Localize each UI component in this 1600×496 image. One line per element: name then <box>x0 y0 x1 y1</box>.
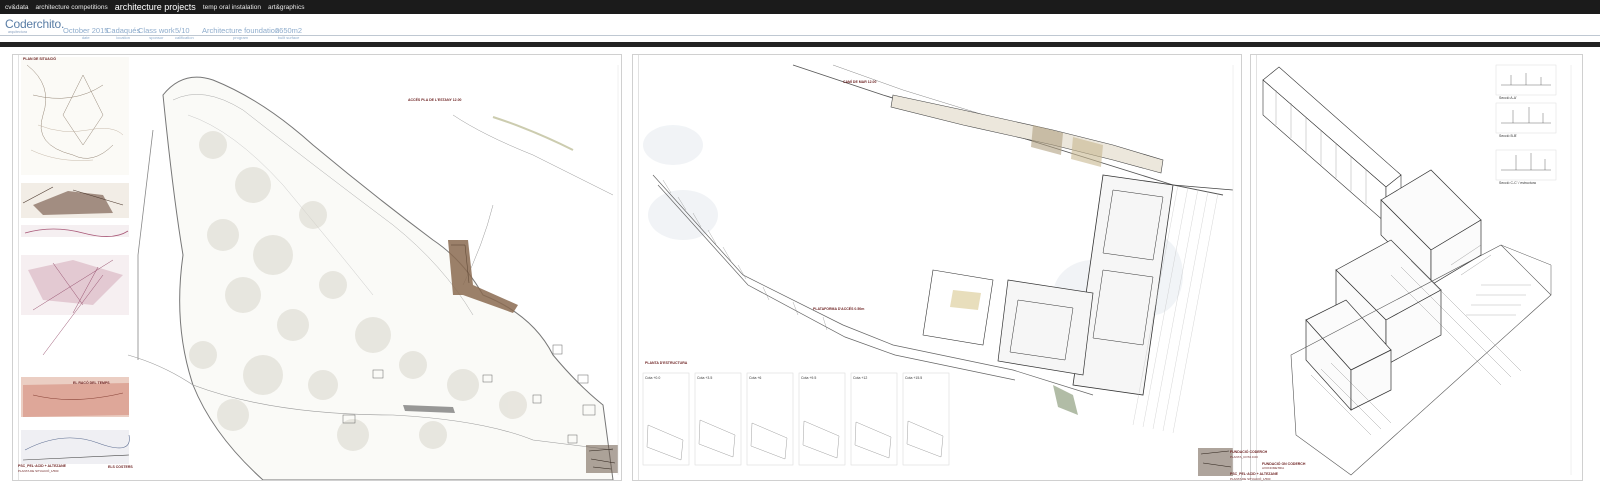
project-header: Coderchito. arquitectura October 2015 da… <box>0 14 1600 42</box>
sketch-top-label: PLAN DE SITUACIÓ <box>23 57 57 61</box>
meta-sponsor-value: Class work <box>138 26 175 35</box>
nav-cv-data[interactable]: cv&data <box>5 4 29 11</box>
path-label: PLATAFORMA D'ACCÉS 0.50m <box>813 307 865 311</box>
site-plan-drawing <box>21 57 619 480</box>
meta-location-value: Cadaqués <box>106 26 141 35</box>
sheet2-footer-title: FUNDACIÓ CODERCH <box>1230 450 1268 454</box>
meta-sponsor: Class work sponsor <box>138 26 175 40</box>
top-navigation: cv&data architecture competitions archit… <box>0 0 1600 14</box>
access-label: ACCÉS PLA DE L'ESTANY 12.00 <box>408 98 462 102</box>
nav-architecture-projects[interactable]: architecture projects <box>115 2 196 12</box>
thumb-label-2: Cota +6 <box>749 376 762 380</box>
axonometric-drawing <box>1262 64 1572 476</box>
meta-date-value: October 2015 <box>63 26 109 35</box>
sheet1-footer-title: PSC_PEL·ACID + ALTEZANE <box>18 464 66 468</box>
sheet-site-plan[interactable]: PLAN DE SITUACIÓ ACCÉS PLA DE L'ESTANY 1… <box>12 54 622 481</box>
meta-calification: 5/10 calification <box>175 26 194 40</box>
road-label: CAMÍ DE MAR 12.00 <box>843 80 877 84</box>
site-logo[interactable]: Coderchito. arquitectura <box>5 17 64 34</box>
sketch-column <box>21 57 130 464</box>
meta-built-surface: 2650m2 built surface <box>275 26 302 40</box>
nav-temporal-installation[interactable]: temp oral instalation <box>203 4 261 11</box>
sheet2-footer-sub: PLANTA_COTA 0.00 <box>1230 455 1258 459</box>
thumb-label-4: Cota +12 <box>853 376 868 380</box>
sheet3-thumb-label-1: Secció B-B' <box>1499 134 1517 138</box>
drawing-viewer: PLAN DE SITUACIÓ ACCÉS PLA DE L'ESTANY 1… <box>0 47 1600 496</box>
sheet1-footer-sub: PLANTA DE SITUACIÓ_1/500 <box>18 469 59 473</box>
sheet3-footer-sub: AXONOMETRIA <box>1262 466 1285 470</box>
sheet-floor-plan[interactable]: CAMÍ DE MAR 12.00 PLATAFORMA D'ACCÉS 0.5… <box>632 54 1242 481</box>
thumb-label-0: Cota +0.0 <box>645 376 661 380</box>
thumb-label-3: Cota +9.5 <box>801 376 817 380</box>
nav-architecture-competitions[interactable]: architecture competitions <box>36 4 108 11</box>
header-divider <box>0 35 1600 36</box>
meta-program-value: Architecture foundation <box>202 26 280 35</box>
thumb-label-5: Cota +15.5 <box>905 376 923 380</box>
sheet3-footer-title2: PSC_PEL·ACID + ALTEZANE <box>1230 472 1278 476</box>
sheet3-thumb-label-2: Secció C-C' / estructura <box>1499 181 1536 185</box>
meta-calification-value: 5/10 <box>175 26 190 35</box>
logo-title: Coderchito. <box>5 17 65 31</box>
thumb-label-1: Cota +3.5 <box>697 376 713 380</box>
floor-plan-drawing <box>642 64 1234 476</box>
plan-label: PLANTA D'ESTRUCTURA <box>645 361 688 365</box>
meta-date: October 2015 date <box>63 26 108 40</box>
sketch-label-2: ELS COSTERS <box>108 465 133 469</box>
sheet3-thumb-label-0: Secció A-A' <box>1499 96 1517 100</box>
sheet3-footer-sub2: PLANTA DE SITUACIÓ_1/500 <box>1230 477 1271 481</box>
sketch-label: EL RACÓ DEL TEMPS <box>73 381 110 385</box>
nav-art-graphics[interactable]: art&graphics <box>268 4 305 11</box>
meta-built-surface-value: 2650m2 <box>275 26 303 35</box>
meta-location: Cadaqués location <box>106 26 140 40</box>
meta-program: Architecture foundation program <box>202 26 279 40</box>
sheet-axonometric[interactable]: Secció A-A' Secció B-B' Secció C-C' / es… <box>1250 54 1583 481</box>
